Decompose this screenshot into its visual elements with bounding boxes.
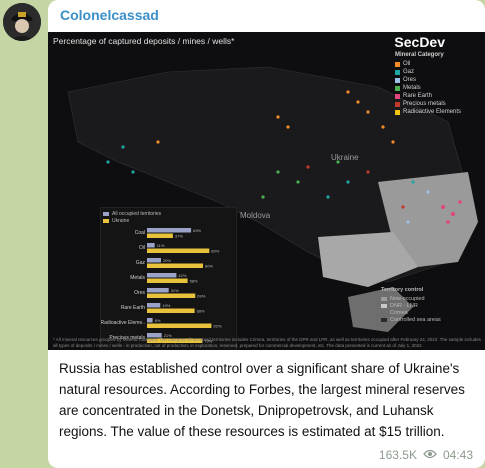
mineral-legend: Mineral Category Oil Gaz Ores Metals Rare Ea… — [395, 52, 475, 116]
bar-ukraine — [147, 293, 196, 298]
bar-ukraine — [147, 278, 188, 283]
bar-occupied — [147, 318, 153, 323]
bar-ukraine — [147, 323, 212, 328]
data-label: 80% — [205, 264, 213, 269]
legend-swatch — [381, 317, 387, 322]
bar-occupied — [147, 288, 169, 293]
legend-swatch — [395, 77, 400, 83]
category-label: Coal — [135, 230, 145, 236]
data-label: 58% — [190, 279, 198, 284]
territory-legend-item: Now occupied — [381, 295, 457, 302]
view-count: 163.5K — [378, 448, 417, 462]
legend-swatch — [395, 85, 400, 91]
legend-swatch — [395, 109, 400, 115]
data-label: 89% — [211, 249, 219, 254]
mineral-legend-item: Radioactive Elements — [395, 108, 475, 116]
data-label: 92% — [213, 324, 221, 329]
map-label-ukraine: Ukraine — [331, 153, 359, 162]
map-brand-logo: SecDev — [394, 34, 445, 50]
map-footnote: * All mineral resources grouped by Miner… — [53, 337, 481, 348]
message-bubble: Colonelcassad Percentage of captured dep… — [48, 0, 485, 468]
legend-label: Oil — [403, 61, 411, 67]
bar-ukraine — [147, 233, 173, 238]
legend-label: Metals — [403, 85, 421, 91]
category-label: Gaz — [136, 260, 146, 266]
message-text: Russia has established control over a si… — [59, 361, 465, 439]
bar-ukraine — [147, 248, 210, 253]
mineral-legend-item: Oil — [395, 60, 475, 68]
map-title: Percentage of captured deposits / mines … — [53, 36, 235, 46]
legend-swatch — [381, 310, 387, 315]
mineral-legend-item: Rare Earth — [395, 92, 475, 100]
category-label: Oil — [139, 245, 145, 251]
legend-swatch — [395, 61, 400, 67]
map-image[interactable]: Percentage of captured deposits / mines … — [48, 32, 485, 350]
bar-occupied — [147, 243, 155, 248]
bar-occupied — [147, 228, 192, 233]
message-meta: 163.5K 04:43 — [379, 448, 473, 462]
legend-label: Radioactive Elements — [403, 109, 462, 115]
category-label: Metals — [130, 275, 145, 281]
legend-label: Now occupied — [390, 295, 425, 302]
bar-ukraine — [147, 263, 203, 268]
legend-label: Crimea — [390, 309, 408, 316]
legend-label: DNR - LNR — [390, 302, 418, 309]
bar-occupied — [147, 258, 161, 263]
legend-swatch — [395, 69, 400, 75]
data-label: 42% — [178, 273, 186, 278]
map-label-moldova: Moldova — [240, 211, 271, 220]
bar-chart-panel: All occupied territories Ukraine Coal 63%… — [100, 207, 237, 350]
data-label: 19% — [162, 303, 170, 308]
data-label: 63% — [193, 228, 201, 233]
legend-label: Gaz — [403, 69, 415, 75]
territory-legend-item: Crimea — [381, 309, 457, 316]
message-time: 04:43 — [442, 448, 473, 462]
bar-chart: Coal 63% 37% Oil 11% 89% Gaz 20% 80% Metals 42% 58%… — [101, 228, 222, 344]
legend-label: Controlled sea areas — [390, 316, 441, 323]
legend-swatch — [381, 303, 387, 308]
category-label: Radioactive Eleme.. — [101, 320, 145, 326]
mineral-legend-title: Mineral Category — [395, 52, 444, 58]
mineral-legend-item: Gaz — [395, 68, 475, 76]
territory-legend-title: Territory control — [381, 287, 424, 293]
territory-legend: Territory control Now occupied DNR - LNR C… — [381, 287, 457, 323]
legend-label: Rare Earth — [403, 93, 433, 99]
data-label: 20% — [163, 258, 171, 263]
legend-label: Precious metals — [403, 101, 446, 107]
legend-swatch — [395, 93, 400, 99]
territory-legend-item: DNR - LNR — [381, 302, 457, 309]
channel-avatar[interactable] — [3, 3, 41, 41]
data-label: 69% — [197, 294, 205, 299]
data-label: 68% — [197, 309, 205, 314]
legend-swatch — [395, 101, 400, 107]
bar-ukraine — [147, 308, 195, 313]
data-label: 11% — [157, 243, 165, 248]
category-label: Rare Earth — [121, 305, 145, 311]
category-label: Ores — [134, 290, 145, 296]
territory-legend-item: Controlled sea areas — [381, 316, 457, 323]
mineral-legend-item: Ores — [395, 76, 475, 84]
legend-label: Ores — [403, 77, 417, 83]
legend-swatch — [381, 296, 387, 301]
channel-name[interactable]: Colonelcassad — [60, 7, 159, 23]
bar-occupied — [147, 273, 177, 278]
data-label: 31% — [171, 288, 179, 293]
bar-occupied — [147, 303, 161, 308]
eye-icon — [423, 448, 437, 462]
mineral-legend-item: Precious metals — [395, 100, 475, 108]
mineral-legend-item: Metals — [395, 84, 475, 92]
data-label: 8% — [155, 318, 161, 323]
data-label: 37% — [175, 234, 183, 239]
